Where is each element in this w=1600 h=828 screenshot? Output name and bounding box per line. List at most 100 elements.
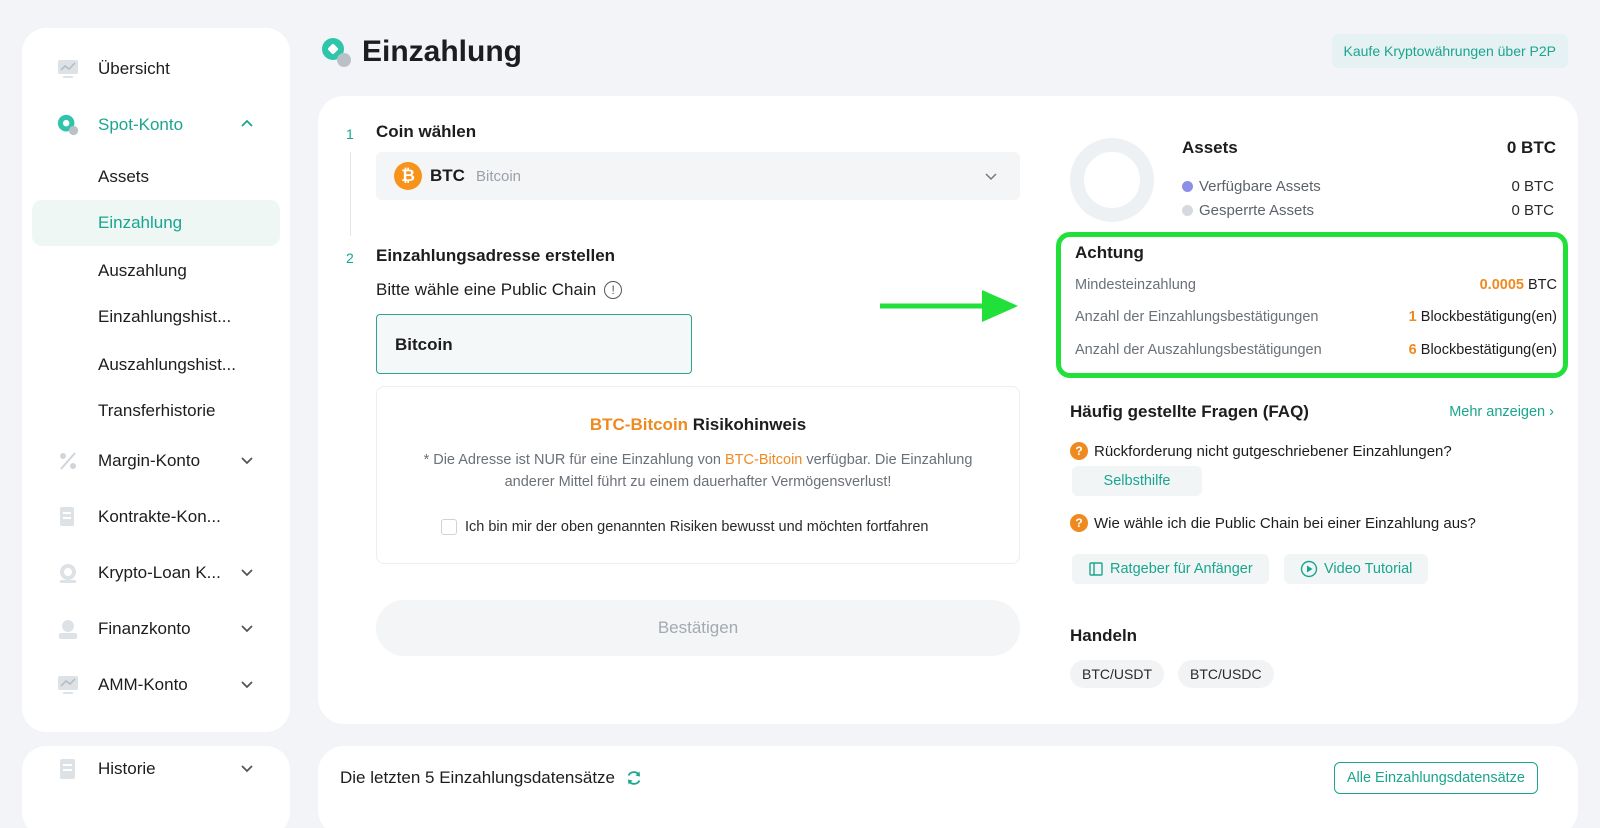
chevron-down-icon[interactable] (238, 759, 256, 777)
sidebar-subitem-withdrawal-history[interactable]: Auszahlungshist... (32, 342, 280, 388)
asset-label: Verfügbare Assets (1199, 178, 1321, 195)
sidebar-item-label: Krypto-Loan K... (98, 563, 221, 582)
sidebar-subitem-withdrawal[interactable]: Auszahlung (32, 248, 280, 294)
sidebar-item-crypto-loan[interactable]: Krypto-Loan K... (22, 550, 290, 596)
sidebar-item-label: Historie (98, 759, 156, 778)
chain-label-text: Bitte wähle eine Public Chain (376, 280, 597, 299)
sidebar-subitem-label: Transferhistorie (98, 401, 216, 420)
chevron-down-icon[interactable] (238, 675, 256, 693)
video-tutorial-button[interactable]: Video Tutorial (1284, 554, 1429, 584)
recent-deposits-title-text: Die letzten 5 Einzahlungsdatensätze (340, 768, 616, 787)
trade-title: Handeln (1070, 626, 1138, 645)
info-icon[interactable]: ! (604, 281, 623, 299)
beginner-guide-button[interactable]: Ratgeber für Anfänger (1072, 554, 1269, 584)
risk-coin: BTC-Bitcoin (589, 415, 689, 434)
min-deposit-amount: 0.0005 (1479, 277, 1524, 293)
sidebar-subitem-label: Einzahlung (98, 213, 183, 232)
risk-notice: BTC-Bitcoin Risikohinweis * Die Adresse … (376, 386, 1020, 564)
book-icon (1089, 562, 1103, 576)
chain-label: Bitte wähle eine Public Chain ! (376, 280, 623, 300)
question-icon: ? (1070, 442, 1088, 460)
sidebar-item-label: Kontrakte-Kon... (98, 507, 221, 526)
sidebar-subitem-label: Auszahlungshist... (98, 355, 236, 374)
sidebar-item-label: Übersicht (98, 59, 170, 78)
arrow-right-icon (880, 290, 1018, 322)
spot-icon (56, 113, 80, 137)
sidebar-item-history[interactable]: Historie (22, 746, 290, 792)
deposit-icon (322, 38, 351, 67)
risk-text-part: * Die Adresse ist NUR für eine Einzahlun… (423, 452, 725, 468)
show-more-text: Mehr anzeigen (1449, 404, 1546, 420)
available-assets-row: Verfügbare Assets 0 BTC (1182, 178, 1554, 195)
risk-title-text: Risikohinweis (688, 415, 807, 434)
p2p-link[interactable]: Kaufe Kryptowährungen über P2P (1331, 34, 1568, 68)
loan-icon (56, 561, 80, 585)
sidebar-item-overview[interactable]: Übersicht (22, 46, 290, 92)
step-divider (350, 152, 351, 236)
trade-pair-btc-usdt[interactable]: BTC/USDT (1070, 660, 1164, 688)
withdraw-confirmations-value: 6 Blockbestätigung(en) (1409, 342, 1557, 358)
faq-title: Häufig gestellte Fragen (FAQ) (1070, 402, 1309, 421)
legend-dot (1182, 181, 1193, 192)
trade-pair-btc-usdc[interactable]: BTC/USDC (1178, 660, 1274, 688)
play-icon (1300, 560, 1318, 578)
sidebar: Übersicht Spot-Konto Assets Einzahlung A… (22, 28, 290, 732)
min-deposit-row: Mindesteinzahlung 0.0005 BTC (1075, 277, 1557, 293)
sidebar-item-contracts[interactable]: Kontrakte-Kon... (22, 494, 290, 540)
faq-question-text: Wie wähle ich die Public Chain bei einer… (1094, 514, 1476, 532)
confirm-button[interactable]: Bestätigen (376, 600, 1020, 656)
bitcoin-icon: ₿ (394, 162, 422, 190)
chevron-down-icon[interactable] (238, 619, 256, 637)
step-title: Coin wählen (376, 122, 477, 141)
confirmations-unit: Blockbestätigung(en) (1416, 309, 1557, 325)
show-more-link[interactable]: Mehr anzeigen › (1449, 404, 1554, 420)
sidebar-subitem-transfer-history[interactable]: Transferhistorie (32, 388, 280, 434)
chain-option-bitcoin[interactable]: Bitcoin (376, 314, 692, 374)
chevron-down-icon[interactable] (238, 563, 256, 581)
sidebar-subitem-label: Assets (98, 167, 150, 186)
self-help-button[interactable]: Selbsthilfe (1072, 466, 1202, 496)
sidebar-item-spot[interactable]: Spot-Konto (22, 102, 290, 148)
faq-question[interactable]: ? Rückforderung nicht gutgeschriebener E… (1070, 442, 1452, 460)
sidebar-subitem-deposit[interactable]: Einzahlung (32, 200, 280, 246)
sidebar-history-card: Historie (22, 746, 290, 828)
chart-icon (56, 57, 80, 81)
sidebar-item-finance[interactable]: Finanzkonto (22, 606, 290, 652)
faq-question[interactable]: ? Wie wähle ich die Public Chain bei ein… (1070, 514, 1476, 532)
history-icon (56, 757, 80, 781)
asset-value: 0 BTC (1511, 202, 1554, 219)
assets-title: Assets (1182, 138, 1238, 157)
sidebar-subitem-label: Einzahlungshist... (98, 307, 232, 326)
deposit-confirmations-label: Anzahl der Einzahlungsbestätigungen (1075, 309, 1319, 325)
recent-deposits-title: Die letzten 5 Einzahlungsdatensätze (340, 768, 643, 788)
asset-value: 0 BTC (1511, 178, 1554, 195)
coin-name: Bitcoin (476, 168, 522, 185)
coin-select[interactable]: ₿ BTC Bitcoin (376, 152, 1020, 200)
attention-title: Achtung (1075, 243, 1144, 262)
sidebar-item-amm[interactable]: AMM-Konto (22, 662, 290, 708)
recent-deposits-card: Die letzten 5 Einzahlungsdatensätze Alle… (318, 746, 1578, 828)
refresh-icon[interactable] (625, 769, 643, 787)
attention-box: Achtung Mindesteinzahlung 0.0005 BTC Anz… (1056, 232, 1568, 378)
risk-acknowledge[interactable]: Ich bin mir der oben genannten Risiken b… (441, 519, 928, 535)
min-deposit-label: Mindesteinzahlung (1075, 277, 1196, 293)
withdraw-confirmations-count: 6 (1408, 342, 1417, 358)
chevron-down-icon[interactable] (238, 451, 256, 469)
chevron-right-icon: › (1549, 404, 1554, 420)
chevron-up-icon[interactable] (238, 115, 256, 133)
sidebar-subitem-assets[interactable]: Assets (32, 154, 280, 200)
sidebar-item-margin[interactable]: Margin-Konto (22, 438, 290, 484)
risk-checkbox[interactable] (441, 519, 457, 535)
video-tutorial-label: Video Tutorial (1324, 561, 1413, 577)
risk-coin: BTC-Bitcoin (725, 452, 803, 468)
risk-text: * Die Adresse ist NUR für eine Einzahlun… (398, 449, 998, 493)
withdraw-confirmations-row: Anzahl der Auszahlungsbestätigungen 6 Bl… (1075, 342, 1557, 358)
deposit-confirmations-row: Anzahl der Einzahlungsbestätigungen 1 Bl… (1075, 309, 1557, 325)
all-deposits-button[interactable]: Alle Einzahlungsdatensätze (1333, 762, 1538, 794)
coin-symbol: BTC (430, 166, 465, 185)
risk-checkbox-label: Ich bin mir der oben genannten Risiken b… (465, 519, 929, 535)
finance-icon (56, 617, 80, 641)
sidebar-subitem-deposit-history[interactable]: Einzahlungshist... (32, 294, 280, 340)
step-title: Einzahlungsadresse erstellen (376, 246, 616, 265)
min-deposit-unit: BTC (1523, 277, 1557, 293)
